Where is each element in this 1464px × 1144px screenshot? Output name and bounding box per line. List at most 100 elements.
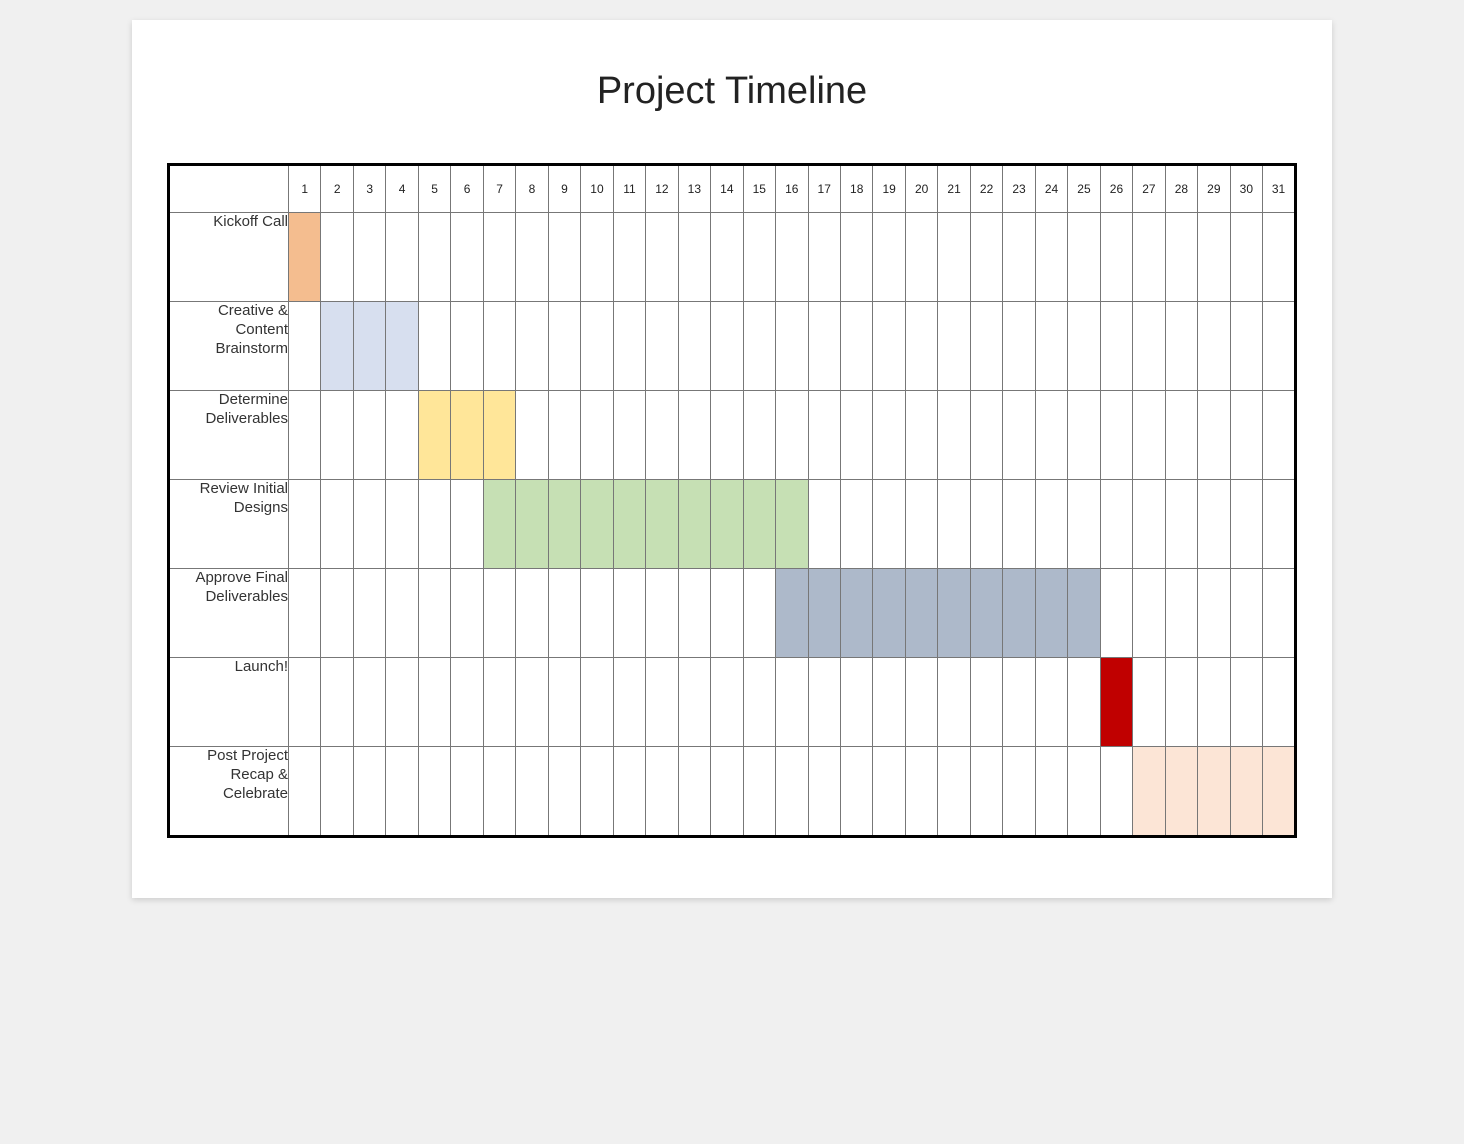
gantt-cell	[905, 658, 937, 747]
gantt-cell	[776, 658, 808, 747]
gantt-cell	[1100, 302, 1132, 391]
gantt-bar-cell	[289, 213, 321, 302]
gantt-cell	[776, 391, 808, 480]
gantt-cell	[646, 747, 678, 837]
day-header: 1	[289, 165, 321, 213]
gantt-cell	[386, 658, 418, 747]
gantt-cell	[1068, 302, 1100, 391]
gantt-cell	[289, 658, 321, 747]
gantt-bar-cell	[1133, 747, 1165, 837]
gantt-bar-cell	[516, 480, 548, 569]
gantt-cell	[1003, 480, 1035, 569]
gantt-cell	[353, 213, 385, 302]
gantt-cell	[1068, 480, 1100, 569]
gantt-cell	[808, 480, 840, 569]
day-header: 19	[873, 165, 905, 213]
gantt-cell	[840, 747, 872, 837]
gantt-cell	[483, 747, 515, 837]
gantt-bar-cell	[451, 391, 483, 480]
task-label: Review Initial Designs	[169, 480, 289, 569]
day-header: 28	[1165, 165, 1197, 213]
gantt-bar-cell	[873, 569, 905, 658]
gantt-cell	[581, 302, 613, 391]
gantt-bar-cell	[1100, 658, 1132, 747]
gantt-bar-cell	[386, 302, 418, 391]
gantt-cell	[613, 213, 645, 302]
gantt-bar-cell	[1003, 569, 1035, 658]
gantt-cell	[1133, 302, 1165, 391]
day-header: 17	[808, 165, 840, 213]
gantt-cell	[743, 391, 775, 480]
gantt-cell	[321, 391, 353, 480]
gantt-cell	[289, 391, 321, 480]
gantt-cell	[808, 391, 840, 480]
gantt-cell	[1003, 213, 1035, 302]
gantt-row: Kickoff Call	[169, 213, 1296, 302]
gantt-cell	[321, 480, 353, 569]
task-column-header	[169, 165, 289, 213]
gantt-cell	[1263, 302, 1296, 391]
gantt-cell	[1133, 569, 1165, 658]
gantt-body: Kickoff CallCreative & Content Brainstor…	[169, 213, 1296, 837]
gantt-cell	[1068, 747, 1100, 837]
gantt-cell	[613, 569, 645, 658]
gantt-cell	[1165, 658, 1197, 747]
gantt-cell	[840, 480, 872, 569]
gantt-cell	[1100, 569, 1132, 658]
gantt-cell	[581, 658, 613, 747]
gantt-cell	[938, 747, 970, 837]
gantt-cell	[353, 747, 385, 837]
day-header: 10	[581, 165, 613, 213]
gantt-cell	[808, 747, 840, 837]
gantt-cell	[840, 391, 872, 480]
gantt-cell	[1263, 658, 1296, 747]
gantt-bar-cell	[970, 569, 1002, 658]
day-header: 13	[678, 165, 710, 213]
gantt-cell	[873, 658, 905, 747]
gantt-bar-cell	[808, 569, 840, 658]
gantt-cell	[548, 391, 580, 480]
gantt-cell	[386, 480, 418, 569]
gantt-cell	[613, 747, 645, 837]
gantt-cell	[678, 569, 710, 658]
gantt-bar-cell	[840, 569, 872, 658]
task-label: Kickoff Call	[169, 213, 289, 302]
gantt-cell	[1003, 302, 1035, 391]
gantt-cell	[840, 213, 872, 302]
gantt-cell	[743, 302, 775, 391]
gantt-cell	[905, 747, 937, 837]
gantt-cell	[776, 213, 808, 302]
gantt-bar-cell	[1068, 569, 1100, 658]
gantt-cell	[970, 302, 1002, 391]
gantt-cell	[613, 658, 645, 747]
task-label: Creative & Content Brainstorm	[169, 302, 289, 391]
day-header: 2	[321, 165, 353, 213]
gantt-cell	[418, 747, 450, 837]
gantt-cell	[1165, 302, 1197, 391]
day-header: 11	[613, 165, 645, 213]
day-header: 16	[776, 165, 808, 213]
gantt-bar-cell	[938, 569, 970, 658]
gantt-cell	[418, 213, 450, 302]
gantt-cell	[581, 391, 613, 480]
gantt-bar-cell	[483, 480, 515, 569]
gantt-cell	[483, 569, 515, 658]
gantt-cell	[1133, 480, 1165, 569]
gantt-row: Launch!	[169, 658, 1296, 747]
gantt-cell	[938, 213, 970, 302]
gantt-cell	[321, 747, 353, 837]
gantt-cell	[516, 213, 548, 302]
gantt-row: Determine Deliverables	[169, 391, 1296, 480]
gantt-cell	[1230, 480, 1262, 569]
task-label: Approve Final Deliverables	[169, 569, 289, 658]
gantt-cell	[386, 391, 418, 480]
gantt-cell	[711, 213, 743, 302]
gantt-cell	[1230, 213, 1262, 302]
day-header: 7	[483, 165, 515, 213]
gantt-row: Creative & Content Brainstorm	[169, 302, 1296, 391]
gantt-bar-cell	[1165, 747, 1197, 837]
gantt-cell	[646, 658, 678, 747]
gantt-cell	[1068, 658, 1100, 747]
gantt-bar-cell	[776, 480, 808, 569]
gantt-cell	[1230, 391, 1262, 480]
